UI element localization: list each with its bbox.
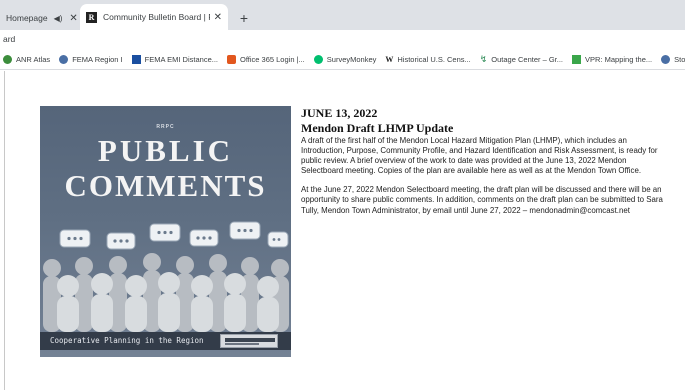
tab-strip: Homepage ◀) ✕ R Community Bulletin Board… [0,0,685,30]
tab-homepage[interactable]: Homepage ◀) ✕ [0,6,80,30]
fema-emi-icon [131,54,141,64]
globe-icon [661,54,671,64]
public-comments-poster: RRPC PUBLIC COMMENTS Cooperative Plannin… [40,106,291,357]
bookmark-label: VPR: Mapping the... [585,54,653,64]
address-bar[interactable]: ard [0,30,685,49]
article-paragraph: A draft of the first half of the Mendon … [301,136,658,176]
bookmark-label: Outage Center – Gr... [491,54,564,64]
tab-title: Homepage [6,13,48,23]
bookmark-label: Historical U.S. Cens... [397,54,471,64]
divider [4,71,5,390]
close-icon[interactable]: ✕ [214,12,222,23]
bookmark-outage-center[interactable]: ↯ Outage Center – Gr... [479,53,564,64]
rrpc-favicon-icon: R [86,11,97,23]
outage-icon: ↯ [479,53,488,64]
poster-heading-line1: PUBLIC [97,133,234,168]
poster-caption: Cooperative Planning in the Region [50,336,204,345]
poster-caption-bar: Cooperative Planning in the Region [40,332,291,350]
speaker-icon[interactable]: ◀) [54,14,63,23]
new-tab-button[interactable]: + [232,6,256,30]
article: JUNE 13, 2022 Mendon Draft LHMP Update A… [301,107,663,216]
w-icon: W [385,54,394,64]
fema-seal-icon [59,54,69,64]
page-content: RRPC PUBLIC COMMENTS Cooperative Plannin… [0,71,685,390]
people-speech-bubbles-illustration [43,221,289,332]
article-date: JUNE 13, 2022 [301,106,378,120]
bookmark-fema-region[interactable]: FEMA Region I [59,54,123,64]
office-icon [227,54,236,64]
bookmark-historical-census[interactable]: W Historical U.S. Cens... [385,55,470,64]
bookmark-label: Office 365 Login |... [240,54,305,64]
poster-heading-line2: COMMENTS [64,168,267,203]
surveymonkey-icon [313,54,323,64]
vpr-icon [572,54,582,64]
article-paragraph: At the June 27, 2022 Mendon Selectboard … [301,185,663,215]
bookmark-label: ANR Atlas [16,54,51,64]
bookmark-label: SurveyMonkey [326,54,377,64]
bookmark-label: Sto [674,54,685,64]
bookmark-label: FEMA Region I [72,54,123,64]
bookmark-surveymonkey[interactable]: SurveyMonkey [313,54,377,64]
close-icon[interactable]: ✕ [69,13,77,24]
anr-icon [3,54,12,64]
poster-org: RRPC [156,124,175,130]
bookmark-sto[interactable]: Sto [661,54,685,64]
bookmark-vpr-mapping[interactable]: VPR: Mapping the... [572,54,653,64]
bookmark-fema-emi[interactable]: FEMA EMI Distance... [131,54,218,64]
address-text: ard [3,34,16,44]
tab-community-bulletin-board[interactable]: R Community Bulletin Board | Rutla ✕ [80,4,228,30]
rrpc-logo-icon [220,334,278,348]
bookmark-label: FEMA EMI Distance... [144,54,218,64]
bookmarks-bar: ANR Atlas FEMA Region I FEMA EMI Distanc… [0,49,685,70]
bookmark-anr-atlas[interactable]: ANR Atlas [3,54,51,64]
article-title[interactable]: Mendon Draft LHMP Update [301,121,663,135]
tab-title: Community Bulletin Board | Rutla [103,12,210,22]
bookmark-office-365[interactable]: Office 365 Login |... [227,54,305,64]
